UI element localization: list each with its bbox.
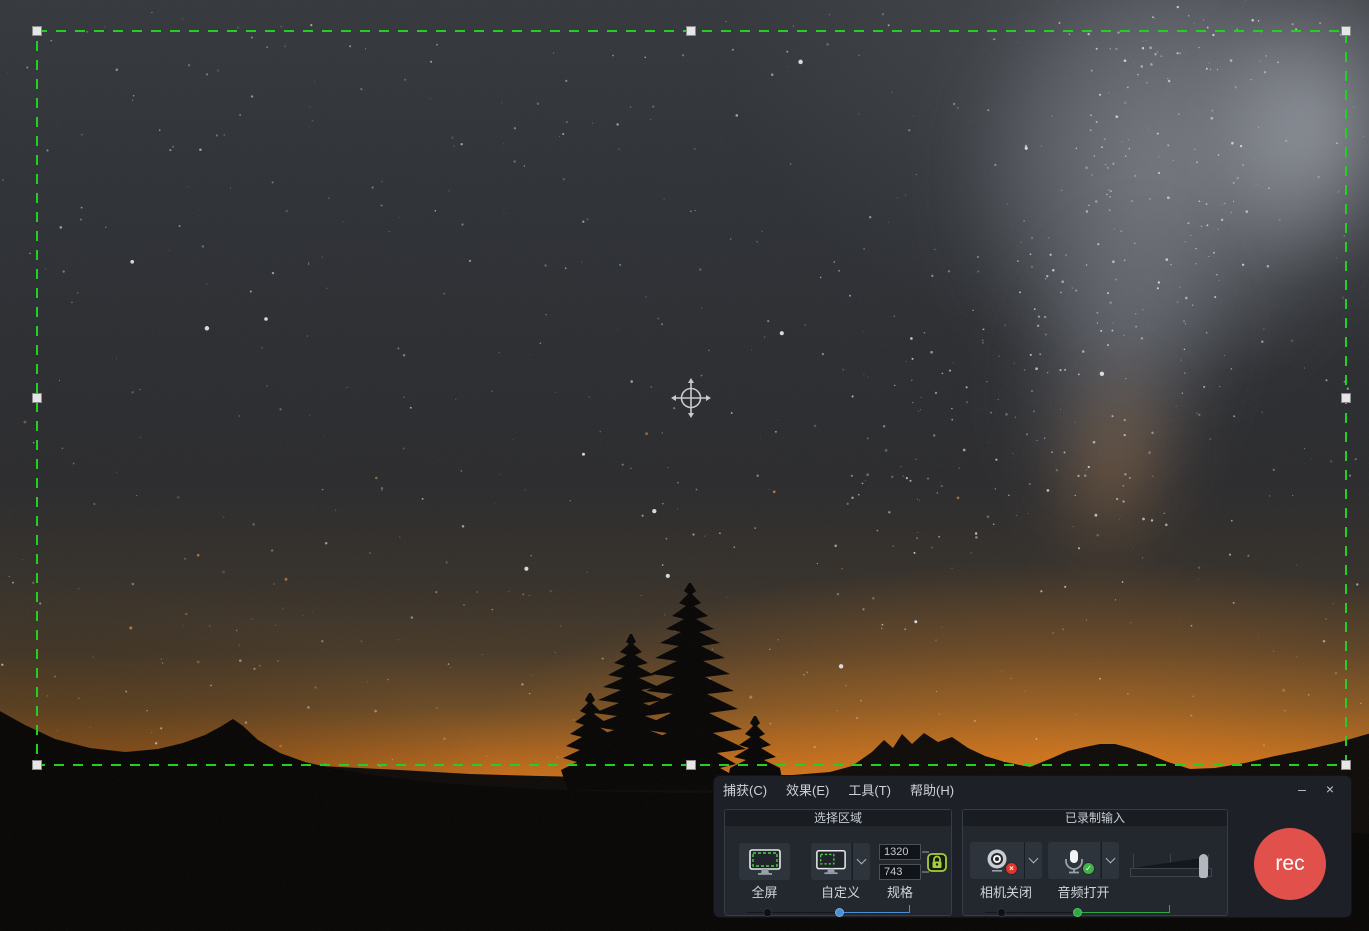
resize-handle-n[interactable]	[686, 26, 696, 36]
audio-indicator-tick	[1169, 905, 1170, 912]
chevron-down-icon	[1106, 854, 1116, 864]
close-icon[interactable]: ×	[1321, 780, 1339, 798]
custom-indicator-dot	[835, 908, 844, 917]
select-region-section: 选择区域	[724, 809, 952, 916]
lock-icon	[927, 853, 947, 872]
menu-help[interactable]: 帮助(H)	[910, 780, 954, 799]
record-button[interactable]: rec	[1254, 828, 1326, 900]
indicator-rail	[747, 912, 840, 913]
spec-label: 规格	[879, 882, 921, 901]
menu-effects[interactable]: 效果(E)	[786, 780, 829, 799]
screen-capture-overlay: 捕获(C) 效果(E) 工具(T) 帮助(H) – × 选择区域	[0, 0, 1369, 931]
aspect-lock-button[interactable]	[927, 853, 947, 872]
slider-handle[interactable]	[1199, 854, 1208, 878]
resize-handle-e[interactable]	[1341, 393, 1351, 403]
resize-handle-se[interactable]	[1341, 760, 1351, 770]
menu-tools[interactable]: 工具(T)	[848, 780, 891, 799]
custom-monitor-icon	[815, 848, 847, 876]
resize-handle-nw[interactable]	[32, 26, 42, 36]
audio-on-badge: ✓	[1082, 862, 1095, 875]
camera-indicator-dot	[997, 908, 1006, 917]
resize-handle-ne[interactable]	[1341, 26, 1351, 36]
recorded-input-section: 已录制输入 ×	[962, 809, 1228, 916]
height-input[interactable]	[879, 864, 921, 880]
recorder-toolbar: 捕获(C) 效果(E) 工具(T) 帮助(H) – × 选择区域	[713, 775, 1352, 918]
chevron-down-icon	[857, 855, 867, 865]
resize-handle-s[interactable]	[686, 760, 696, 770]
camera-off-badge: ×	[1005, 862, 1018, 875]
custom-region-button[interactable]	[811, 843, 851, 880]
audio-indicator-dot	[1073, 908, 1082, 917]
custom-indicator-line	[844, 912, 910, 913]
move-crosshair-icon[interactable]	[669, 376, 713, 420]
audio-indicator-line	[1082, 912, 1170, 913]
width-input[interactable]	[879, 844, 921, 860]
custom-label: 自定义	[811, 882, 870, 901]
audio-dropdown[interactable]	[1101, 842, 1119, 879]
chevron-down-icon	[1029, 854, 1039, 864]
resize-handle-sw[interactable]	[32, 760, 42, 770]
resize-handle-w[interactable]	[32, 393, 42, 403]
fullscreen-button[interactable]	[739, 843, 790, 880]
custom-indicator-tick	[909, 905, 910, 912]
audio-toggle-button[interactable]: ✓	[1048, 842, 1100, 879]
camera-dropdown[interactable]	[1024, 842, 1042, 879]
window-controls: – ×	[1293, 780, 1351, 798]
select-region-title: 选择区域	[725, 810, 951, 826]
recorded-input-title: 已录制输入	[963, 810, 1227, 826]
volume-slider[interactable]	[1130, 852, 1212, 880]
minimize-icon[interactable]: –	[1293, 780, 1311, 798]
camera-status-label: 相机关闭	[970, 882, 1042, 901]
fullscreen-monitor-icon	[748, 848, 782, 876]
custom-region-dropdown[interactable]	[852, 843, 870, 880]
audio-status-label: 音频打开	[1048, 882, 1119, 901]
menu-bar: 捕获(C) 效果(E) 工具(T) 帮助(H) – ×	[714, 776, 1351, 802]
fullscreen-label: 全屏	[739, 882, 790, 901]
camera-toggle-button[interactable]: ×	[970, 842, 1024, 879]
fullscreen-indicator-dot	[763, 908, 772, 917]
menu-capture[interactable]: 捕获(C)	[723, 780, 767, 799]
